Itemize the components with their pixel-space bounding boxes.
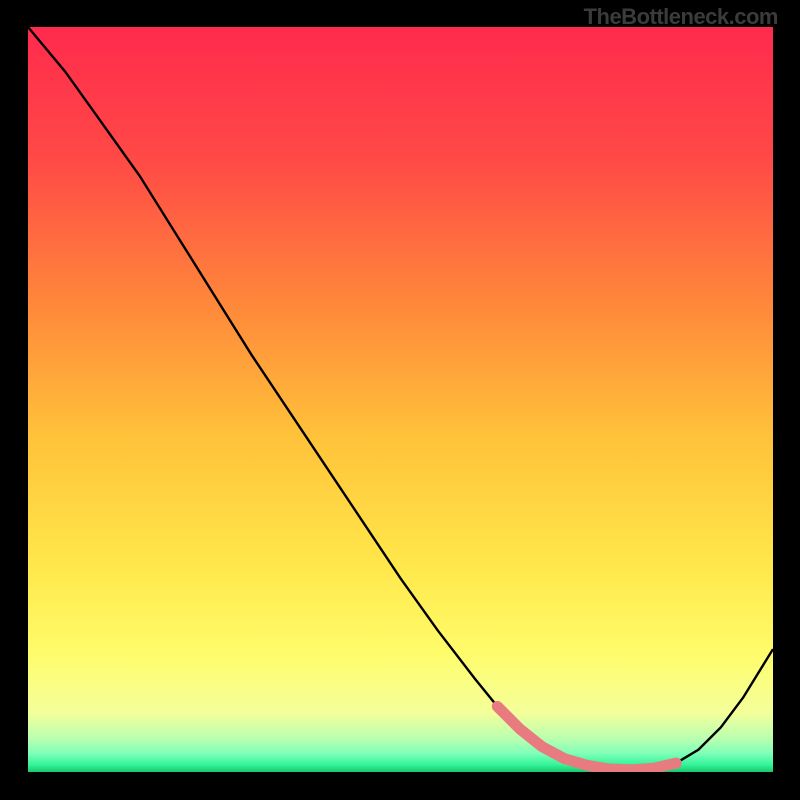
- watermark-text: TheBottleneck.com: [584, 4, 778, 30]
- chart-stage: TheBottleneck.com: [0, 0, 800, 800]
- plot-background: [28, 27, 773, 772]
- bottleneck-chart: [0, 0, 800, 800]
